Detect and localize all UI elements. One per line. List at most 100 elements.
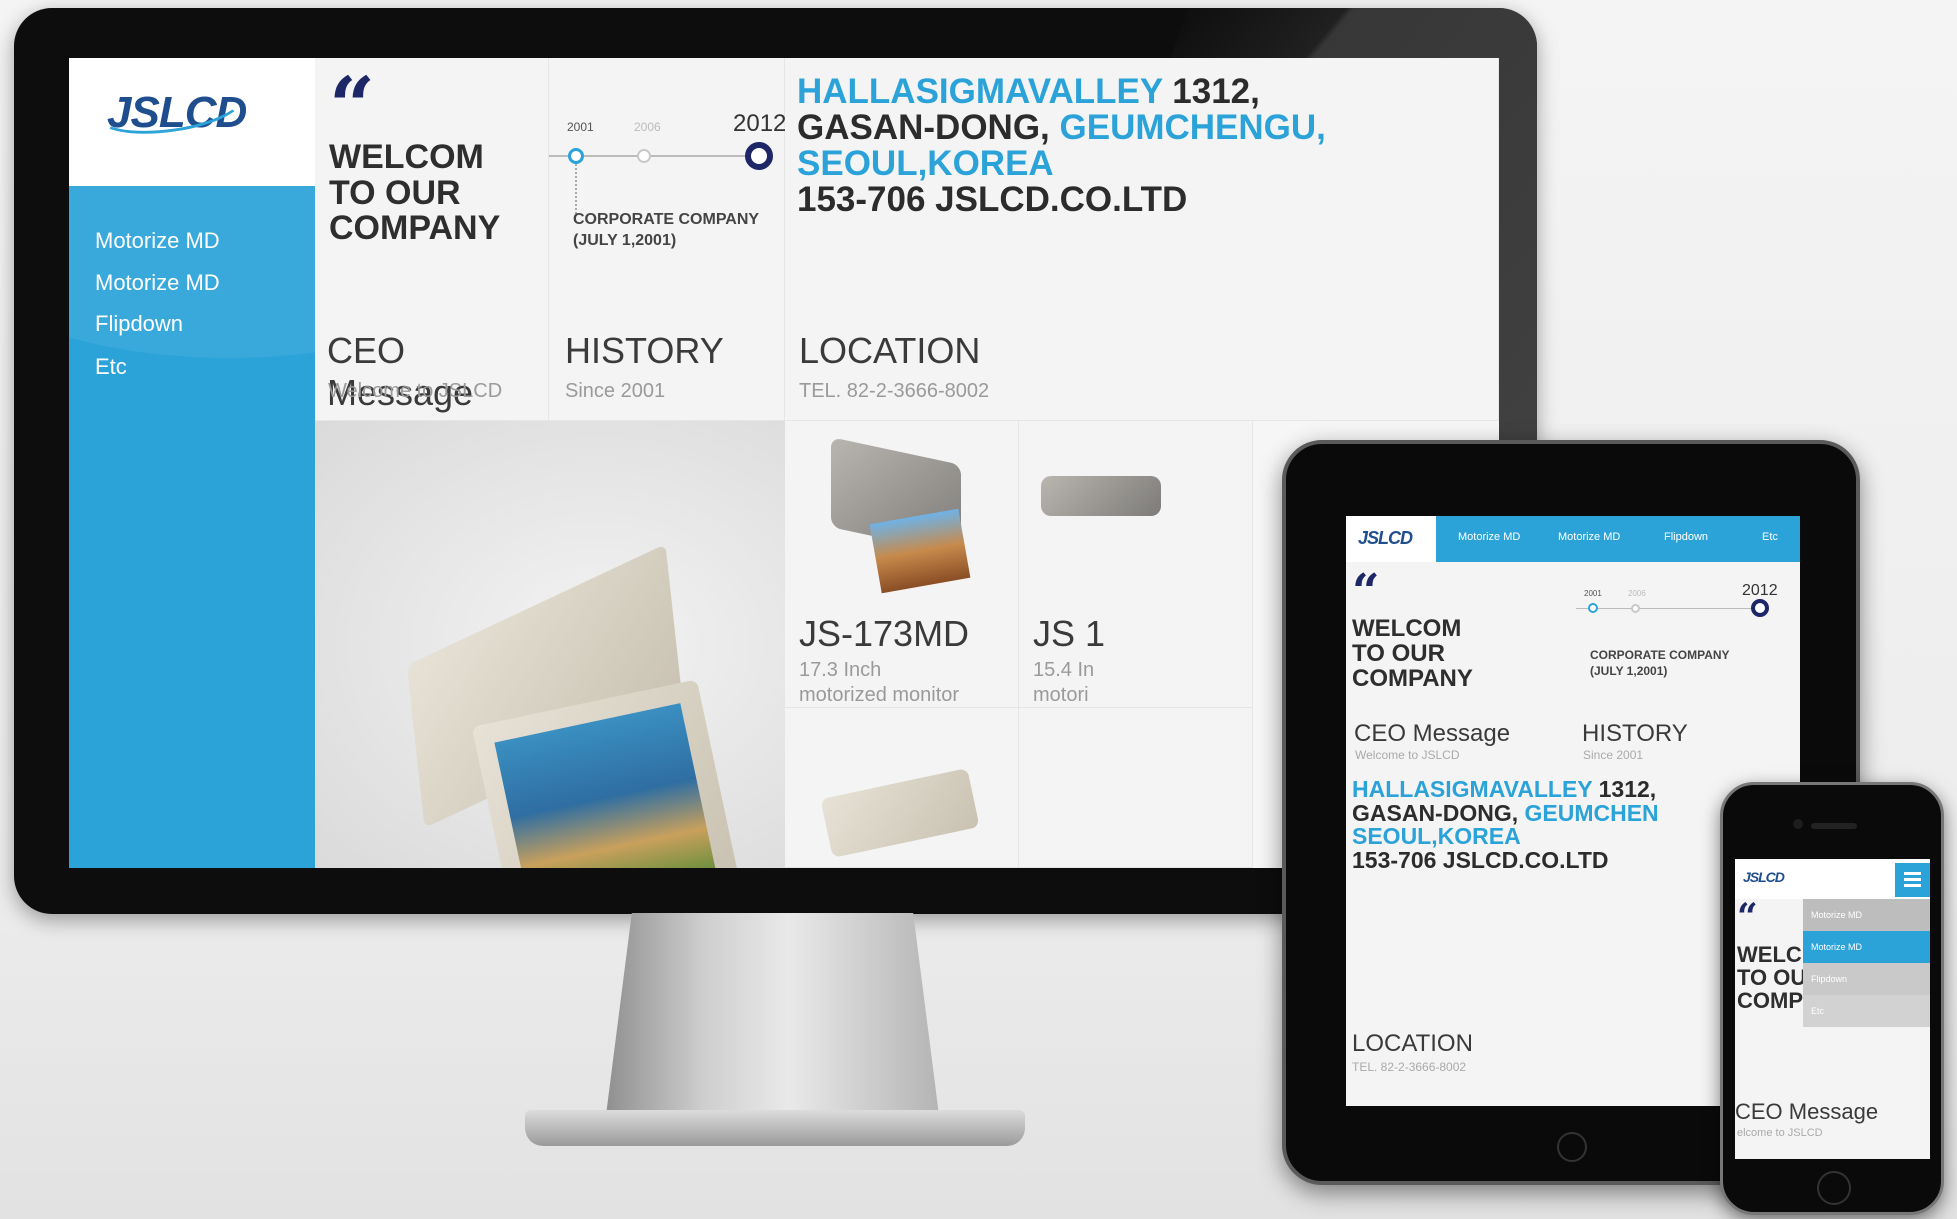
year-2001: 2001: [567, 120, 594, 134]
hamburger-bar-1: [1904, 872, 1921, 875]
tablet-address-part-4: GEUMCHEN: [1524, 799, 1659, 826]
product-2-image: [1041, 476, 1161, 516]
tablet-welcome-heading: WELCOM TO OUR COMPANY: [1352, 616, 1473, 692]
hero-product-image[interactable]: [315, 421, 785, 868]
tablet-quote-icon: “: [1352, 564, 1380, 620]
product-card-js1[interactable]: JS 1 15.4 In motori: [1019, 421, 1253, 708]
tablet-logo[interactable]: JSLCD: [1346, 516, 1436, 562]
tablet-welcome-line-2: TO OUR: [1352, 640, 1445, 668]
monitor-stand-neck: [605, 913, 940, 1123]
welcome-heading: WELCOM TO OUR COMPANY: [329, 138, 501, 248]
tablet-year-2001: 2001: [1584, 589, 1602, 598]
year-2006: 2006: [634, 120, 661, 134]
phone-quote-icon: “: [1737, 896, 1758, 938]
tablet-nav-motorize-md-1[interactable]: Motorize MD: [1458, 531, 1520, 543]
product-card-4[interactable]: [1019, 708, 1253, 868]
tablet-welcome-line-1: WELCOM: [1352, 615, 1462, 642]
history-tile[interactable]: 2001 2006 2012 CORPORATE COMPANY (JULY 1…: [549, 58, 787, 421]
tablet-location-phone: TEL. 82-2-3666-8002: [1352, 1060, 1467, 1074]
phone-ceo-title[interactable]: CEO Message: [1735, 1099, 1878, 1125]
hamburger-bar-3: [1904, 884, 1921, 887]
tablet-welcome-line-3: COMPANY: [1352, 665, 1473, 693]
tablet-nav-etc[interactable]: Etc: [1762, 531, 1778, 543]
phone-screen: JSLCD “ WELC TO OU COMP Motorize MD Moto…: [1735, 859, 1930, 1159]
tablet-nav-motorize-md-2[interactable]: Motorize MD: [1558, 531, 1620, 543]
tablet-logo-text: JSLCD: [1358, 528, 1413, 548]
history-subtitle: Since 2001: [565, 380, 666, 402]
history-event-line-1: CORPORATE COMPANY: [573, 211, 760, 228]
tablet-timeline-dot-2006: [1631, 604, 1640, 613]
product-1-desc: motorized monitor: [799, 684, 960, 706]
phone-welcome-heading: WELC TO OU COMP: [1737, 943, 1806, 1012]
product-1-screen: [869, 508, 971, 594]
history-event-line-2: (JULY 1,2001): [573, 231, 677, 249]
phone-menu-motorize-md-1[interactable]: Motorize MD: [1803, 899, 1930, 931]
product-2-size: 15.4 In: [1033, 659, 1095, 681]
address-part-2: 1312,: [1162, 72, 1260, 111]
tablet-year-2012: 2012: [1742, 582, 1778, 599]
phone-ceo-subtitle: elcome to JSLCD: [1737, 1127, 1823, 1139]
tablet-nav-flipdown[interactable]: Flipdown: [1664, 531, 1708, 543]
sidebar-item-motorize-md-2[interactable]: Motorize MD: [95, 270, 220, 296]
year-2012: 2012: [733, 110, 787, 137]
tablet-address-part-1: HALLASIGMAVALLEY: [1352, 776, 1593, 802]
product-3-image: [820, 768, 980, 858]
product-card-js173md[interactable]: JS-173MD 17.3 Inch motorized monitor: [785, 421, 1019, 708]
tablet-history-subtitle: Since 2001: [1583, 748, 1644, 762]
timeline-dot-2006: [637, 149, 651, 163]
tablet-location-title[interactable]: LOCATION: [1352, 1030, 1473, 1058]
address-part-1: HALLASIGMAVALLEY: [797, 72, 1163, 111]
hamburger-bar-2: [1904, 878, 1921, 881]
tablet-address-part-3: GASAN-DONG,: [1352, 799, 1525, 826]
sidebar-item-flipdown[interactable]: Flipdown: [95, 311, 183, 337]
timeline-dot-2001: [568, 148, 584, 164]
history-event: CORPORATE COMPANY (JULY 1,2001): [573, 210, 759, 252]
tablet-history-event-line-2: (JULY 1,2001): [1590, 663, 1668, 678]
tablet-home-button[interactable]: [1557, 1132, 1587, 1162]
timeline-connector: [575, 164, 577, 214]
welcome-line-2: TO OUR: [329, 173, 461, 212]
product-1-size: 17.3 Inch: [799, 659, 882, 681]
phone-home-button[interactable]: [1817, 1171, 1851, 1205]
phone-menu-etc[interactable]: Etc: [1803, 995, 1930, 1027]
product-card-3[interactable]: [785, 708, 1019, 868]
location-phone: TEL. 82-2-3666-8002: [799, 380, 990, 402]
welcome-line-1: WELCOM: [329, 138, 484, 176]
phone-welcome-line-3: COMP: [1737, 988, 1803, 1014]
phone-welcome-line-1: WELC: [1737, 942, 1802, 967]
hamburger-menu-icon[interactable]: [1895, 863, 1930, 897]
phone-speaker: [1811, 823, 1857, 829]
product-1-name: JS-173MD: [799, 613, 970, 654]
address-part-4: GEUMCHENGU,: [1059, 108, 1326, 148]
tablet-nav-bar: JSLCD Motorize MD Motorize MD Flipdown E…: [1346, 516, 1800, 562]
history-title: HISTORY: [565, 330, 724, 371]
monitor-stand-base: [525, 1110, 1025, 1146]
location-tile[interactable]: HALLASIGMAVALLEY 1312, GASAN-DONG, GEUMC…: [785, 58, 1499, 421]
phone-welcome-line-2: TO OU: [1737, 965, 1807, 991]
welcome-line-3: COMPANY: [329, 209, 501, 248]
location-title: LOCATION: [799, 330, 981, 371]
tablet-timeline-line: [1576, 608, 1756, 609]
sidebar-item-motorize-md-1[interactable]: Motorize MD: [95, 228, 220, 254]
tablet-timeline-dot-2001: [1588, 603, 1598, 613]
address-part-3: GASAN-DONG,: [797, 108, 1060, 148]
address-part-5: SEOUL,KOREA: [797, 144, 1054, 184]
address: HALLASIGMAVALLEY 1312, GASAN-DONG, GEUMC…: [797, 72, 1487, 218]
sidebar: JSLCD Motorize MD Motorize MD Flipdown E…: [69, 58, 509, 868]
phone-camera: [1793, 819, 1803, 829]
tablet-year-2006: 2006: [1628, 589, 1646, 598]
product-2-desc: motori: [1033, 684, 1089, 706]
phone-menu-motorize-md-2[interactable]: Motorize MD: [1803, 931, 1930, 963]
tablet-history-title[interactable]: HISTORY: [1582, 720, 1688, 748]
sidebar-item-etc[interactable]: Etc: [95, 354, 127, 380]
phone-logo[interactable]: JSLCD: [1743, 869, 1785, 885]
tablet-history-event-line-1: CORPORATE COMPANY: [1590, 648, 1730, 662]
phone-device: JSLCD “ WELC TO OU COMP Motorize MD Moto…: [1720, 782, 1944, 1215]
ceo-subtitle: Welcome to JSLCD: [328, 380, 503, 402]
phone-menu-flipdown[interactable]: Flipdown: [1803, 963, 1930, 995]
timeline-dot-2012: [745, 142, 773, 170]
tablet-timeline-dot-2012: [1751, 599, 1769, 617]
ceo-tile[interactable]: “ WELCOM TO OUR COMPANY CEO Message Welc…: [315, 58, 549, 421]
tablet-history-event: CORPORATE COMPANY (JULY 1,2001): [1590, 648, 1730, 679]
tablet-ceo-title[interactable]: CEO Message: [1354, 720, 1510, 748]
